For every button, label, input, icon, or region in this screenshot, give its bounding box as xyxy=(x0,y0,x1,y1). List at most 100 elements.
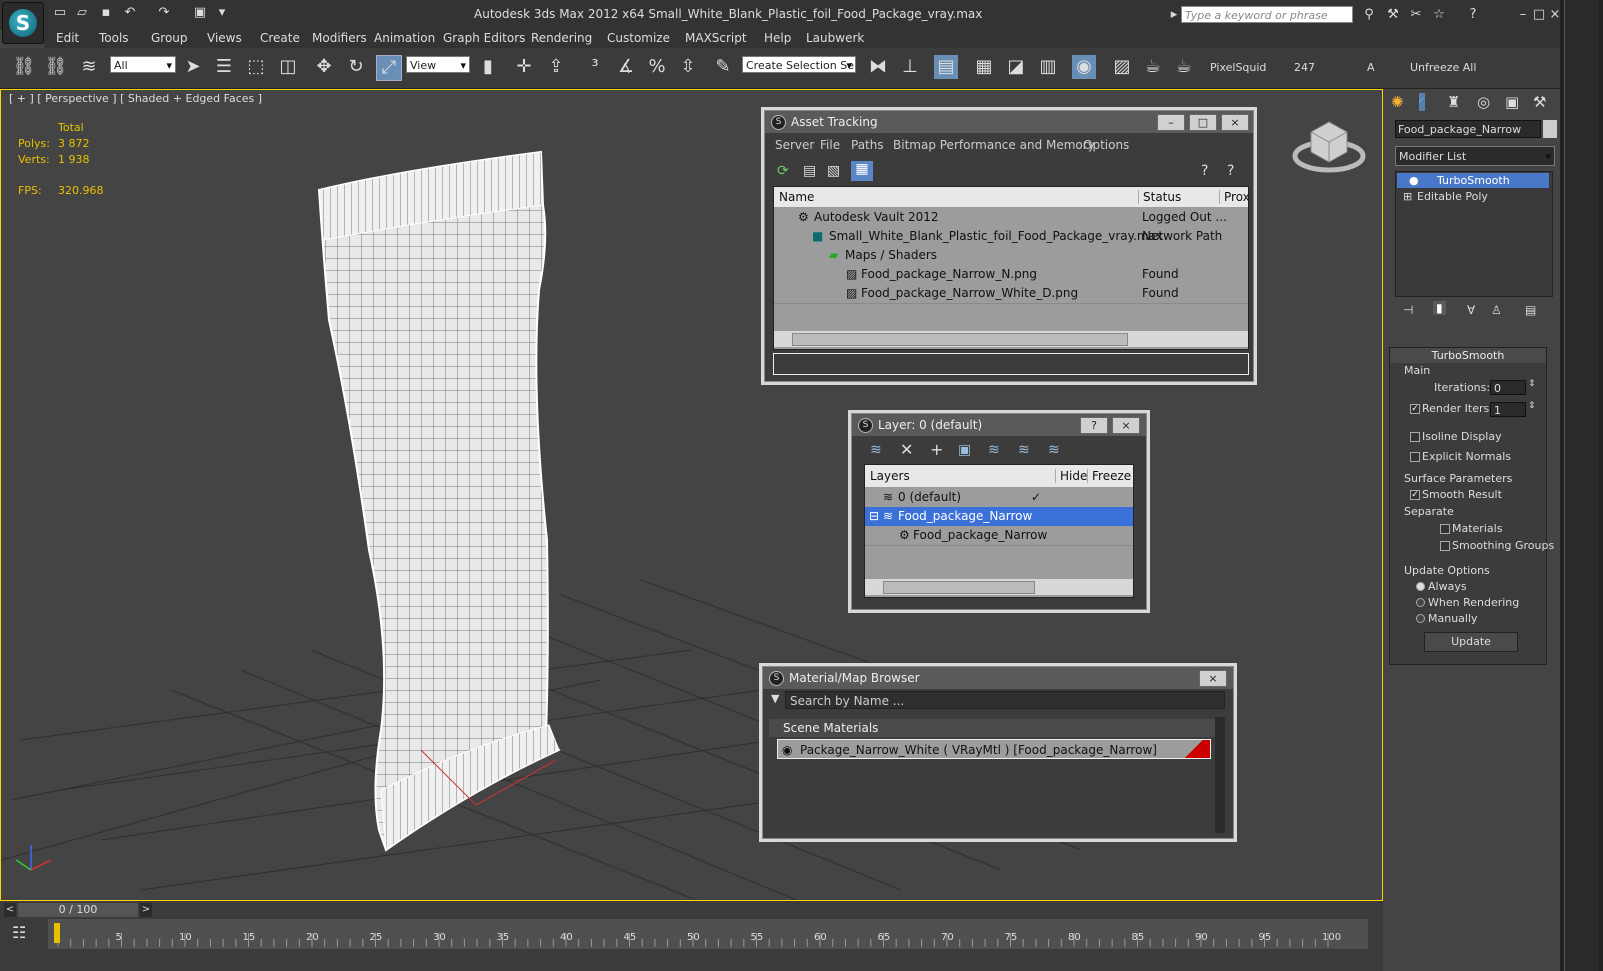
maximize-button[interactable]: □ xyxy=(1189,114,1217,131)
time-slider-prev-icon[interactable]: < xyxy=(4,903,16,917)
open-file-icon[interactable]: ▱ xyxy=(74,6,90,20)
material-editor-icon[interactable]: ◉ xyxy=(1072,55,1096,79)
make-unique-icon[interactable]: ∀ xyxy=(1467,303,1475,317)
menu-help[interactable]: Help xyxy=(764,31,791,45)
update-when-rendering-radio[interactable] xyxy=(1416,598,1425,607)
percent-snap-icon[interactable]: % xyxy=(645,55,669,79)
display-tab-icon[interactable]: ▣ xyxy=(1505,93,1519,111)
motion-tab-icon[interactable]: ◎ xyxy=(1477,93,1490,111)
a-label[interactable]: A xyxy=(1367,61,1375,74)
material-item[interactable]: ◉ Package_Narrow_White ( VRayMtl ) [Food… xyxy=(777,739,1211,759)
vertical-scrollbar[interactable] xyxy=(1215,717,1225,833)
scale-icon[interactable]: ⤢ xyxy=(376,55,402,81)
highlight-layer-icon[interactable]: ≋ xyxy=(988,442,1000,458)
new-file-icon[interactable]: ▭ xyxy=(52,6,68,20)
selection-filter-dropdown[interactable]: All xyxy=(110,56,176,74)
rect-selection-icon[interactable]: ⬚ xyxy=(244,55,268,79)
menu-modifiers[interactable]: Modifiers xyxy=(312,31,367,45)
hide-all-icon[interactable]: ≋ xyxy=(1018,442,1030,458)
col-hide[interactable]: Hide xyxy=(1055,469,1087,483)
separate-materials-checkbox[interactable] xyxy=(1440,524,1450,534)
select-by-name-icon[interactable]: ☰ xyxy=(212,55,236,79)
at-help-icon[interactable]: ? xyxy=(1201,163,1208,179)
menu-views[interactable]: Views xyxy=(207,31,242,45)
update-button[interactable]: Update xyxy=(1424,632,1518,652)
align-icon[interactable]: ⊥ xyxy=(898,55,922,79)
configure-sets-icon[interactable]: ▤ xyxy=(1525,303,1536,317)
right-panel-scroll-area[interactable] xyxy=(1560,0,1603,971)
new-layer-icon[interactable]: ≋ xyxy=(870,442,882,458)
favorites-star-icon[interactable]: ☆ xyxy=(1430,7,1448,22)
remove-modifier-icon[interactable]: ♙ xyxy=(1491,303,1502,317)
keyword-search-input[interactable]: Type a keyword or phrase xyxy=(1181,6,1353,23)
col-freeze[interactable]: Freeze xyxy=(1087,469,1131,483)
refresh-icon[interactable]: ⟳ xyxy=(777,163,789,179)
rendered-frame-icon[interactable]: ☕ xyxy=(1141,55,1165,79)
turbosmooth-rollout-header[interactable]: TurboSmooth xyxy=(1390,348,1546,363)
object-color-swatch[interactable] xyxy=(1543,120,1557,138)
menu-laubwerk[interactable]: Laubwerk xyxy=(806,31,864,45)
bulb-icon[interactable]: ● xyxy=(1409,173,1419,188)
table-row[interactable]: ≋ 0 (default) ✓ xyxy=(865,488,1133,508)
browser-options-arrow-icon[interactable]: ▼ xyxy=(771,692,779,705)
scene-materials-group[interactable]: Scene Materials xyxy=(769,719,1219,737)
time-slider-next-icon[interactable]: > xyxy=(140,903,152,917)
select-object-icon[interactable]: ➤ xyxy=(181,55,205,79)
layer-help-button[interactable]: ? xyxy=(1080,417,1108,434)
layer-titlebar[interactable]: S Layer: 0 (default) ? × xyxy=(852,414,1146,436)
table-row[interactable]: ▨ Food_package_Narrow_N.png Found xyxy=(774,265,1248,285)
scrollbar-thumb[interactable] xyxy=(792,333,1128,346)
separate-smoothing-groups-checkbox[interactable] xyxy=(1440,541,1450,551)
menu-edit[interactable]: Edit xyxy=(56,31,79,45)
list-view-icon[interactable]: ▤ xyxy=(803,163,816,179)
smooth-result-checkbox[interactable]: ✓ xyxy=(1410,490,1420,500)
pivot-center-icon[interactable]: ▮ xyxy=(476,55,500,79)
window-crossing-icon[interactable]: ◫ xyxy=(276,55,300,79)
utilities-tab-icon[interactable]: ⚒ xyxy=(1533,93,1546,111)
redo-icon[interactable]: ↷ xyxy=(156,6,172,20)
update-manually-radio[interactable] xyxy=(1416,614,1425,623)
bind-space-warp-icon[interactable]: ≋ xyxy=(77,55,101,79)
create-tab-icon[interactable]: ✺ xyxy=(1391,93,1404,111)
reference-coordinate-dropdown[interactable]: View xyxy=(406,56,470,74)
link-icon[interactable]: ⛓ xyxy=(12,55,36,79)
render-setup-icon[interactable]: ▨ xyxy=(1110,55,1134,79)
update-always-radio[interactable] xyxy=(1416,582,1425,591)
active-layer-check-icon[interactable]: ✓ xyxy=(1031,488,1041,507)
layer-manager-icon[interactable]: ▤ xyxy=(934,55,958,79)
keyboard-shortcut-icon[interactable]: ⇪ xyxy=(544,55,568,79)
select-layer-objects-icon[interactable]: ▣ xyxy=(958,442,971,458)
horizontal-scrollbar[interactable] xyxy=(774,331,1248,347)
asset-tracking-titlebar[interactable]: S Asset Tracking – □ × xyxy=(765,111,1253,133)
stack-item-turbosmooth[interactable]: ● TurboSmooth xyxy=(1397,173,1549,188)
at-menu-paths[interactable]: Paths xyxy=(851,138,884,152)
menu-graph-editors[interactable]: Graph Editors xyxy=(443,31,525,45)
rotate-icon[interactable]: ↻ xyxy=(344,55,368,79)
select-manipulate-icon[interactable]: ✛ xyxy=(512,55,536,79)
minimize-button[interactable]: – xyxy=(1157,114,1185,131)
save-icon[interactable]: ▪ xyxy=(98,6,114,20)
scrollbar-thumb[interactable] xyxy=(883,581,1035,594)
angle-snap-icon[interactable]: ∡ xyxy=(614,55,638,79)
table-row[interactable]: ▨ Food_package_Narrow_White_D.png Found xyxy=(774,284,1248,304)
pin-stack-icon[interactable]: ⊣ xyxy=(1403,303,1413,317)
time-slider-frame[interactable]: 0 / 100 xyxy=(18,903,138,917)
iterations-spinner[interactable]: 0 xyxy=(1490,380,1526,395)
at-help-2-icon[interactable]: ? xyxy=(1227,163,1234,179)
col-name[interactable]: Name xyxy=(779,190,814,204)
menu-create[interactable]: Create xyxy=(260,31,300,45)
table-row[interactable]: ▰ Maps / Shaders xyxy=(774,246,1248,266)
viewport-label[interactable]: [ + ] [ Perspective ] [ Shaded + Edged F… xyxy=(9,92,262,105)
named-selection-dropdown[interactable]: Create Selection Se xyxy=(742,56,856,74)
menu-customize[interactable]: Customize xyxy=(607,31,670,45)
curve-editor-icon[interactable]: ◪ xyxy=(1004,55,1028,79)
at-menu-bitmap[interactable]: Bitmap Performance and Memory xyxy=(893,138,1095,152)
move-icon[interactable]: ✥ xyxy=(312,55,336,79)
close-button[interactable]: × xyxy=(1221,114,1249,131)
horizontal-scrollbar[interactable] xyxy=(865,579,1133,595)
stack-item-editable-poly[interactable]: ⊞ Editable Poly xyxy=(1397,189,1549,204)
menu-group[interactable]: Group xyxy=(151,31,188,45)
modifier-list-dropdown[interactable]: Modifier List xyxy=(1395,146,1555,167)
hierarchy-tab-icon[interactable]: ♜ xyxy=(1447,93,1460,111)
unlink-icon[interactable]: ⛓ xyxy=(44,55,68,79)
